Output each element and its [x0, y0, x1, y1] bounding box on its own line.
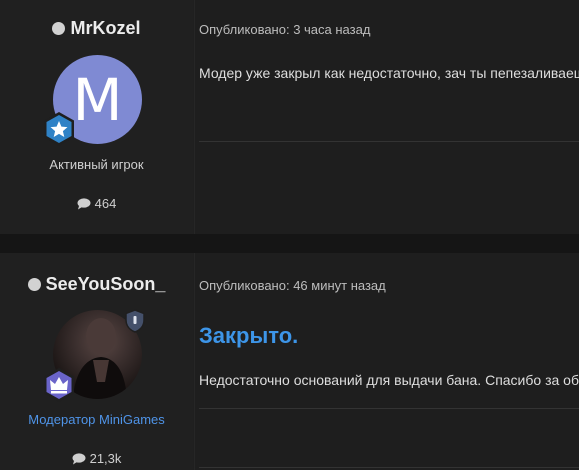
avatar-letter: M: [72, 66, 123, 134]
post-seeyousoon: SeeYouSoon_ Модератор MiniGames 21,3k Оп…: [0, 253, 579, 470]
post-user-info: SeeYouSoon_ Модератор MiniGames 21,3k: [0, 253, 193, 470]
post-body: Недостаточно оснований для выдачи бана. …: [199, 372, 579, 388]
speech-bubble-icon: [77, 198, 91, 210]
post-mrkozel: MrKozel M Активный игрок 464 Опубликован…: [0, 0, 579, 234]
post-heading: Закрыто.: [199, 323, 299, 348]
crown-hexagon-badge-icon: [44, 368, 74, 402]
user-title[interactable]: Модератор MiniGames: [0, 412, 193, 427]
star-hexagon-badge-icon: [44, 112, 74, 146]
post-content: Опубликовано: 46 минут назад Закрыто. Не…: [194, 253, 579, 470]
username-link[interactable]: SeeYouSoon_: [0, 274, 193, 295]
message-count: 464: [0, 196, 193, 211]
status-dot-icon: [27, 278, 41, 291]
status-dot-icon: [52, 22, 66, 35]
username-text[interactable]: SeeYouSoon_: [46, 274, 166, 294]
message-count-value: 21,3k: [89, 451, 122, 466]
message-count: 21,3k: [0, 451, 193, 466]
post-body: Модер уже закрыл как недостаточно, зач т…: [199, 65, 579, 81]
post-divider: [199, 408, 579, 409]
username-link[interactable]: MrKozel: [0, 18, 193, 39]
message-count-value: 464: [94, 196, 117, 211]
shield-icon: [125, 309, 145, 333]
username-text[interactable]: MrKozel: [70, 18, 140, 38]
post-meta: Опубликовано: 46 минут назад: [199, 278, 386, 293]
post-content: Опубликовано: 3 часа назад Модер уже зак…: [194, 0, 579, 234]
speech-bubble-icon: [72, 453, 86, 465]
post-user-info: MrKozel M Активный игрок 464: [0, 0, 193, 234]
post-divider: [199, 467, 579, 468]
user-title: Активный игрок: [49, 157, 144, 172]
post-divider: [199, 141, 579, 142]
post-meta: Опубликовано: 3 часа назад: [199, 22, 371, 37]
